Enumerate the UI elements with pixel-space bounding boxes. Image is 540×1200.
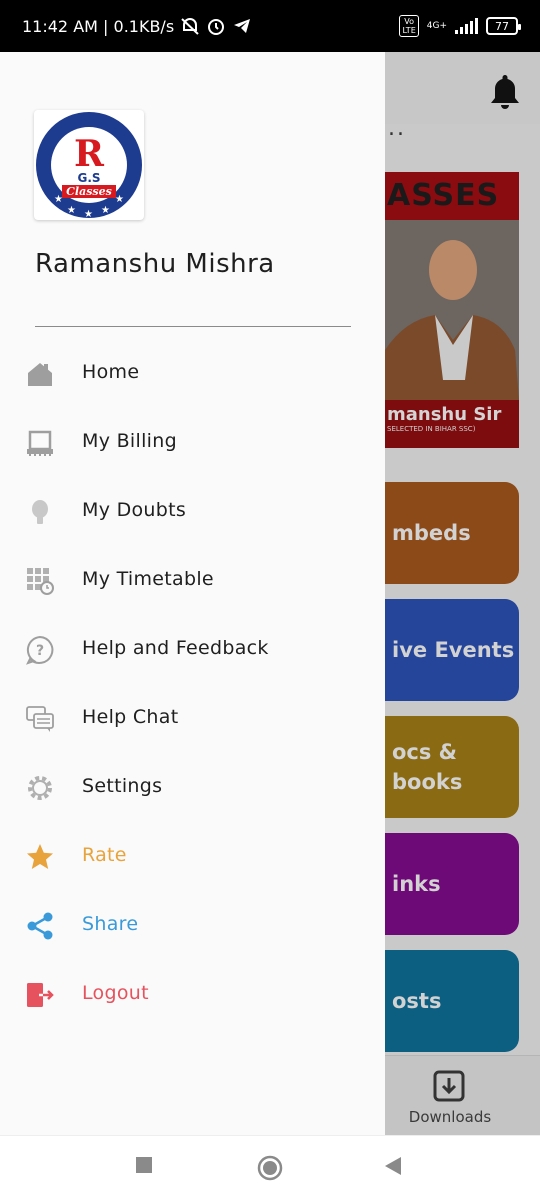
status-time: 11:42 AM | 0.1KB/s — [22, 16, 175, 36]
teacher-photo-icon — [385, 220, 519, 400]
svg-text:★: ★ — [84, 209, 93, 220]
gear-icon — [28, 776, 52, 800]
network-type: 4G+ — [426, 21, 447, 31]
menu-label: Help and Feedback — [82, 637, 269, 659]
card-embeds[interactable]: mbeds — [370, 482, 519, 584]
menu-item-share[interactable]: Share — [0, 891, 385, 960]
banner-name: manshu Sir — [387, 404, 502, 425]
svg-text:R: R — [74, 133, 105, 175]
menu-item-help-chat[interactable]: Help Chat — [0, 684, 385, 753]
recents-button[interactable] — [135, 1156, 153, 1174]
billing-icon — [27, 430, 53, 456]
menu-label: Share — [82, 913, 139, 935]
svg-text:★: ★ — [54, 194, 63, 205]
banner-title: ASSES — [385, 172, 519, 220]
menu-label: My Timetable — [82, 568, 214, 590]
card-live-events[interactable]: ive Events — [370, 599, 519, 701]
star-icon — [27, 844, 53, 869]
volte-icon: Vo LTE — [399, 15, 419, 37]
banner-subtitle: SELECTED IN BIHAR SSC) — [387, 425, 476, 433]
signal-icon — [455, 18, 478, 34]
card-posts[interactable]: osts — [370, 950, 519, 1052]
truncated-title: .. — [388, 116, 406, 141]
menu-item-rate[interactable]: Rate — [0, 822, 385, 891]
home-button[interactable] — [257, 1155, 283, 1181]
app-logo: R G.S Classes ★ ★ ★ ★ ★ — [34, 110, 144, 220]
promo-banner[interactable]: ASSES manshu Sir SELECTED IN BIHAR SSC) — [385, 172, 519, 448]
status-bar: 11:42 AM | 0.1KB/s Vo LTE 4G+ 77 — [0, 0, 540, 52]
svg-text:Classes: Classes — [66, 185, 112, 198]
chat-icon — [26, 706, 54, 732]
menu-item-logout[interactable]: Logout — [0, 960, 385, 1029]
menu-item-my-timetable[interactable]: My Timetable — [0, 546, 385, 615]
battery-icon: 77 — [486, 17, 521, 35]
menu-item-help-and-feedback[interactable]: ? Help and Feedback — [0, 615, 385, 684]
card-label: mbeds — [392, 521, 471, 545]
svg-text:★: ★ — [115, 194, 124, 205]
menu-item-my-billing[interactable]: My Billing — [0, 408, 385, 477]
system-nav-bar — [0, 1135, 540, 1200]
notification-bell-icon[interactable] — [488, 72, 522, 110]
downloads-icon[interactable] — [433, 1070, 465, 1102]
timetable-icon — [27, 568, 54, 595]
menu-item-home[interactable]: Home — [0, 339, 385, 408]
menu-item-settings[interactable]: Settings — [0, 753, 385, 822]
telegram-icon — [234, 19, 251, 33]
help-icon: ? — [26, 635, 54, 665]
menu-label: My Billing — [82, 430, 177, 452]
card-label: osts — [392, 989, 442, 1013]
user-name: Ramanshu Mishra — [35, 249, 275, 279]
menu-label: My Doubts — [82, 499, 187, 521]
bottom-nav: Downloads — [385, 1055, 540, 1135]
menu-label: Rate — [82, 844, 127, 866]
alarm-icon — [208, 19, 225, 35]
svg-text:G.S: G.S — [77, 171, 100, 185]
card-label: inks — [392, 872, 441, 896]
menu-item-my-doubts[interactable]: My Doubts — [0, 477, 385, 546]
mute-icon — [181, 18, 199, 35]
banner-footer: manshu Sir SELECTED IN BIHAR SSC) — [385, 400, 519, 448]
menu-label: Settings — [82, 775, 163, 797]
menu-label: Help Chat — [82, 706, 179, 728]
bulb-icon — [32, 500, 48, 524]
svg-text:★: ★ — [101, 205, 110, 216]
card-docs-ebooks[interactable]: ocs & books — [370, 716, 519, 818]
svg-text:★: ★ — [67, 205, 76, 216]
rgs-classes-logo-icon: R G.S Classes ★ ★ ★ ★ ★ — [36, 112, 142, 220]
card-label: ocs & books — [392, 740, 463, 794]
banner-photo — [385, 220, 519, 400]
svg-text:?: ? — [36, 643, 44, 659]
menu-label: Home — [82, 361, 140, 383]
home-icon — [28, 363, 52, 386]
navigation-drawer: R G.S Classes ★ ★ ★ ★ ★ Ramanshu Mishra … — [0, 52, 385, 1135]
menu-label: Logout — [82, 982, 149, 1004]
back-button[interactable] — [384, 1156, 402, 1176]
card-links[interactable]: inks — [370, 833, 519, 935]
downloads-label[interactable]: Downloads — [385, 1108, 515, 1126]
card-label: ive Events — [392, 638, 515, 662]
share-icon — [27, 912, 53, 940]
divider — [35, 326, 351, 327]
battery-level: 77 — [495, 19, 509, 33]
logout-icon — [27, 983, 54, 1007]
